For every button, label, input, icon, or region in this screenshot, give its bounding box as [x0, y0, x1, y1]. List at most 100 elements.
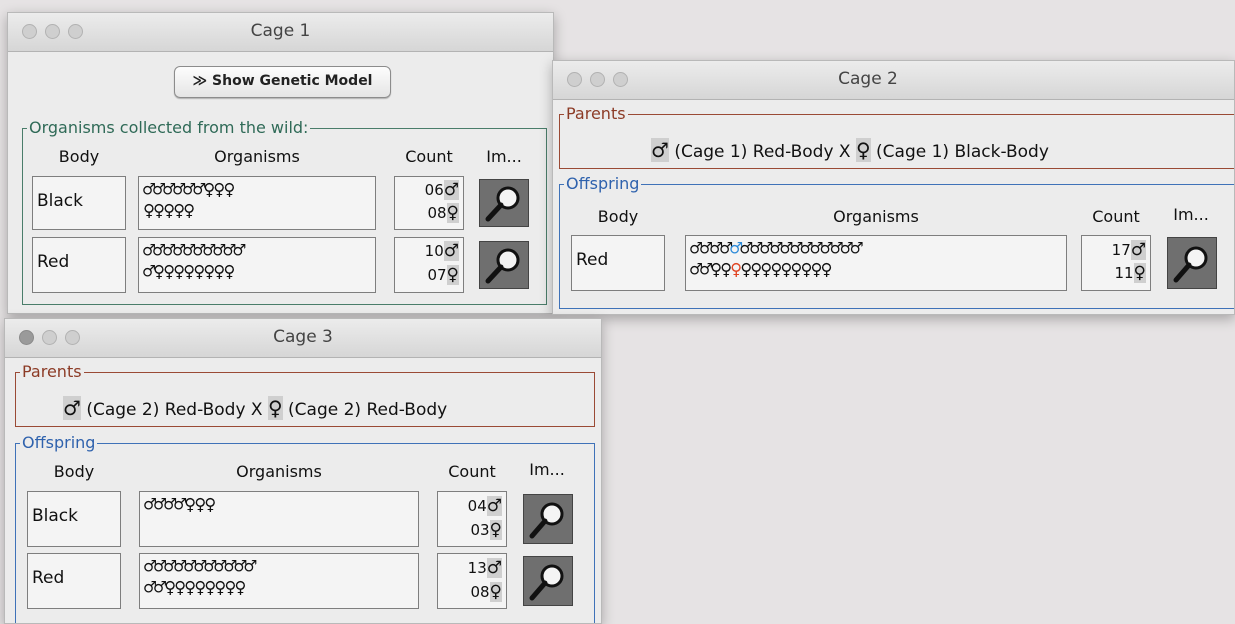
cage2-window: Cage 2 Parents ♂ (Cage 1) Red-Body X ♀ (…: [552, 60, 1235, 315]
inspect-button[interactable]: [523, 556, 573, 606]
header-organisms: Organisms: [214, 147, 300, 166]
minimize-dot-icon[interactable]: [590, 72, 605, 87]
female-symbol-icon: ♀: [267, 396, 283, 420]
magnifier-icon: [485, 248, 520, 284]
parents-cross: ♂ (Cage 1) Red-Body X ♀ (Cage 1) Black-B…: [651, 138, 1049, 162]
header-image: Im...: [486, 147, 522, 166]
inspect-button[interactable]: [479, 179, 529, 227]
inspect-button[interactable]: [479, 241, 529, 289]
count-cell: 10♂ 07♀: [394, 237, 464, 293]
parents-cross: ♂ (Cage 2) Red-Body X ♀ (Cage 2) Red-Bod…: [63, 396, 447, 420]
inspect-button[interactable]: [523, 494, 573, 544]
female-symbol-icon: ♀: [446, 203, 459, 223]
body-cell: Red: [571, 235, 665, 291]
header-image: Im...: [1173, 205, 1209, 224]
organisms-line: ♂♂♂♂♂♂♂♂♂♂♂♂♂♂♂♂♂: [690, 236, 863, 260]
organisms-cell: ♂♂♂♂♂♂♂♂♂♂ ♂♀♀♀♀♀♀♀♀: [138, 237, 376, 293]
male-symbol-icon: ♂: [63, 396, 81, 420]
organisms-line: ♂♂♂♂♂♂♂♂♂♂: [143, 238, 245, 262]
header-count: Count: [1092, 207, 1140, 226]
male-symbol-icon: ♂: [443, 180, 459, 200]
male-symbol-icon: ♂: [651, 138, 669, 162]
body-cell: Red: [27, 553, 121, 609]
highlighted-female-icon[interactable]: ♀: [730, 257, 742, 281]
organisms-cell: ♂♂♂♂♂♂♀♀♀ ♀♀♀♀♀: [138, 176, 376, 230]
male-parent: (Cage 1) Red-Body: [674, 142, 834, 162]
group-label: Organisms collected from the wild:: [29, 118, 309, 137]
cage3-window: Cage 3 Parents ♂ (Cage 2) Red-Body X ♀ (…: [4, 318, 602, 624]
male-parent: (Cage 2) Red-Body: [86, 400, 246, 420]
female-symbol-icon: ♀: [855, 138, 871, 162]
female-parent: (Cage 2) Red-Body: [288, 400, 448, 420]
organisms-cell: ♂♂♂♂♂♂♂♂♂♂♂ ♂♂♀♀♀♀♀♀♀♀: [139, 553, 419, 609]
male-count: 10♂: [424, 241, 459, 261]
organisms-line: ♂♂♂♂♂♂♀♀♀: [143, 177, 235, 201]
cross-symbol: X: [250, 400, 263, 420]
zoom-dot-icon[interactable]: [613, 72, 628, 87]
magnifier-icon: [485, 186, 520, 222]
inspect-button[interactable]: [1167, 237, 1217, 289]
offspring-label: Offspring: [566, 174, 640, 193]
count-cell: 06♂ 08♀: [394, 176, 464, 230]
parents-label: Parents: [22, 362, 82, 381]
magnifier-icon: [1173, 246, 1208, 283]
header-organisms: Organisms: [236, 462, 322, 481]
header-count: Count: [448, 462, 496, 481]
count-cell: 04♂ 03♀: [437, 491, 507, 547]
header-image: Im...: [529, 460, 565, 479]
close-dot-icon[interactable]: [567, 72, 582, 87]
organisms-line: ♂♂♂♂♀♀♀: [144, 492, 216, 516]
female-count: 08♀: [427, 203, 459, 223]
organisms-line: ♂♂♀♀♀♀♀♀♀♀♀♀♀♀: [690, 257, 833, 281]
male-count: 04♂: [467, 496, 502, 516]
female-symbol-icon: ♀: [489, 520, 502, 540]
body-cell: Black: [32, 176, 126, 230]
offspring-label: Offspring: [22, 433, 96, 452]
male-count: 06♂: [424, 180, 459, 200]
header-body: Body: [53, 462, 95, 481]
window-controls: [567, 72, 628, 87]
window-title: Cage 1: [250, 21, 311, 41]
magnifier-icon: [529, 502, 564, 539]
male-symbol-icon: ♂: [486, 558, 502, 578]
cage2-titlebar[interactable]: Cage 2: [553, 61, 1234, 100]
female-count: 07♀: [427, 265, 459, 285]
female-count: 08♀: [470, 582, 502, 602]
female-symbol-icon: ♀: [1133, 263, 1146, 283]
header-count: Count: [405, 147, 453, 166]
parents-label: Parents: [566, 104, 626, 123]
female-count: 11♀: [1114, 263, 1146, 283]
header-body: Body: [597, 207, 639, 226]
body-cell: Black: [27, 491, 121, 547]
double-chevron-right-icon: ≫: [192, 73, 208, 89]
organisms-line: ♀♀♀♀♀: [143, 198, 195, 222]
count-cell: 13♂ 08♀: [437, 553, 507, 609]
organisms-line: ♂♂♂♂♂♂♂♂♂♂♂: [144, 554, 256, 578]
header-body: Body: [58, 147, 100, 166]
female-count: 03♀: [470, 520, 502, 540]
count-cell: 17♂ 11♀: [1081, 235, 1151, 291]
button-label: Show Genetic Model: [212, 73, 373, 89]
organisms-cell: ♂♂♂♂♀♀♀: [139, 491, 419, 547]
organisms-cell: ♂♂♂♂♂♂♂♂♂♂♂♂♂♂♂♂♂ ♂♂♀♀♀♀♀♀♀♀♀♀♀♀: [685, 235, 1067, 291]
header-organisms: Organisms: [833, 207, 919, 226]
male-count: 17♂: [1111, 240, 1146, 260]
body-cell: Red: [32, 237, 126, 293]
male-symbol-icon: ♂: [443, 241, 459, 261]
male-symbol-icon: ♂: [1130, 240, 1146, 260]
window-title: Cage 2: [838, 69, 898, 89]
cage1-window: Cage 1 ≫ Show Genetic Model Organisms co…: [7, 12, 554, 314]
female-symbol-icon: ♀: [489, 582, 502, 602]
cage1-titlebar[interactable]: Cage 1: [8, 13, 553, 52]
show-genetic-model-button[interactable]: ≫ Show Genetic Model: [174, 66, 391, 98]
cross-symbol: X: [838, 142, 851, 162]
window-title: Cage 3: [273, 327, 333, 347]
magnifier-icon: [529, 564, 564, 601]
male-count: 13♂: [467, 558, 502, 578]
cage3-titlebar[interactable]: Cage 3: [5, 319, 601, 358]
female-symbol-icon: ♀: [446, 265, 459, 285]
organisms-line: ♂♀♀♀♀♀♀♀♀: [143, 259, 235, 283]
female-parent: (Cage 1) Black-Body: [876, 142, 1049, 162]
male-symbol-icon: ♂: [486, 496, 502, 516]
organisms-line: ♂♂♀♀♀♀♀♀♀♀: [144, 575, 246, 599]
